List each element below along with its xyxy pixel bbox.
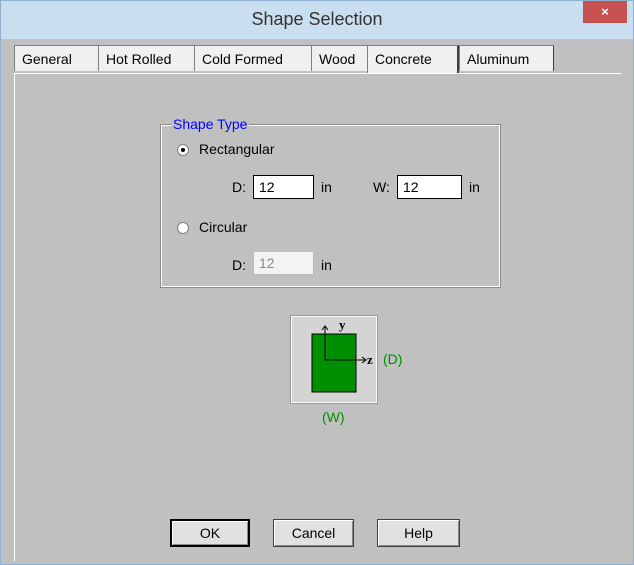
tab-aluminum[interactable]: Aluminum (459, 45, 554, 71)
shape-selection-dialog: Shape Selection × General Hot Rolled Col… (0, 0, 634, 565)
tab-hot-rolled[interactable]: Hot Rolled (98, 45, 194, 71)
rectangular-radio[interactable] (177, 144, 189, 156)
section-preview: y z (290, 315, 378, 404)
rect-width-label: W: (373, 179, 390, 195)
rect-depth-unit: in (321, 179, 332, 195)
z-axis-label: z (367, 352, 373, 367)
width-dimension-label: (W) (322, 409, 345, 425)
close-icon: × (601, 4, 609, 19)
tab-strip: General Hot Rolled Cold Formed Wood Conc… (14, 45, 559, 73)
circ-diameter-input: 12 (253, 251, 314, 275)
depth-dimension-label: (D) (383, 351, 403, 367)
rect-width-input[interactable]: 12 (397, 175, 462, 199)
circ-diameter-unit: in (321, 257, 332, 273)
section-fill (311, 333, 357, 393)
y-axis-label: y (339, 317, 346, 332)
circ-diameter-label: D: (232, 257, 246, 273)
tab-general[interactable]: General (14, 45, 98, 71)
circular-radio[interactable] (177, 222, 189, 234)
rect-depth-label: D: (232, 179, 246, 195)
window-title: Shape Selection (251, 9, 383, 29)
rectangular-label[interactable]: Rectangular (199, 141, 275, 157)
tab-concrete[interactable]: Concrete (367, 45, 459, 73)
ok-button[interactable]: OK (170, 519, 250, 547)
tab-cold-formed[interactable]: Cold Formed (194, 45, 311, 71)
circular-label[interactable]: Circular (199, 219, 247, 235)
rect-width-unit: in (469, 179, 480, 195)
shape-type-legend: Shape Type (171, 116, 250, 132)
tab-wood[interactable]: Wood (311, 45, 367, 71)
help-button[interactable]: Help (377, 519, 460, 547)
rect-depth-input[interactable]: 12 (253, 175, 314, 199)
title-bar[interactable]: Shape Selection × (1, 1, 633, 39)
close-button[interactable]: × (583, 1, 627, 23)
cancel-button[interactable]: Cancel (273, 519, 354, 547)
radio-selected-dot (181, 148, 185, 152)
rectangle-section-icon: y z (311, 317, 373, 393)
